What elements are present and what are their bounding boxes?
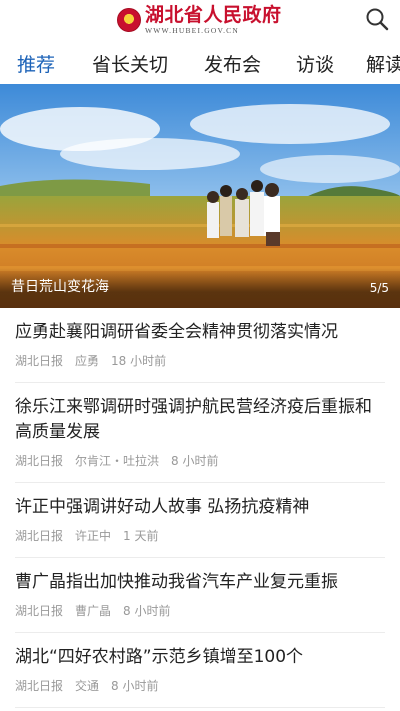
news-meta: 湖北日报 应勇 18 小时前 xyxy=(15,352,385,382)
news-person: 许正中 xyxy=(75,529,112,543)
banner-caption: 昔日荒山变花海 xyxy=(11,279,109,295)
news-source: 湖北日报 xyxy=(15,679,64,693)
category-tabs: 推荐 省长关切 发布会 访谈 解读 xyxy=(0,40,400,84)
national-emblem-icon xyxy=(117,8,141,32)
news-title: 曹广晶指出加快推动我省汽车产业复元重振 xyxy=(15,572,338,592)
tab-interview[interactable]: 访谈 xyxy=(296,50,334,77)
news-meta: 湖北日报 许正中 1 天前 xyxy=(15,527,385,557)
site-url: WWW.HUBEI.GOV.CN xyxy=(145,25,239,35)
tab-recommend[interactable]: 推荐 xyxy=(17,50,55,77)
tab-governor-concerns[interactable]: 省长关切 xyxy=(92,50,168,77)
news-meta: 湖北日报 曹广晶 8 小时前 xyxy=(15,602,385,632)
news-title: 许正中强调讲好动人故事 弘扬抗疫精神 xyxy=(15,497,310,517)
news-meta: 湖北日报 尔肯江・吐拉洪 8 小时前 xyxy=(15,452,385,482)
news-title: 徐乐江来鄂调研时强调护航民营经济疫后重振和高质量发展 xyxy=(15,397,372,442)
news-source: 湖北日报 xyxy=(15,454,64,468)
news-title: 应勇赴襄阳调研省委全会精神贯彻落实情况 xyxy=(15,322,338,342)
tab-press-conference[interactable]: 发布会 xyxy=(204,50,261,77)
search-icon xyxy=(366,8,389,31)
news-source: 湖北日报 xyxy=(15,604,64,618)
news-person: 应勇 xyxy=(75,354,100,368)
app-header: 湖北省人民政府 WWW.HUBEI.GOV.CN xyxy=(0,0,400,40)
banner-pager: 5/5 xyxy=(369,281,389,295)
search-button[interactable] xyxy=(364,6,390,32)
list-item[interactable]: 曹广晶指出加快推动我省汽车产业复元重振 湖北日报 曹广晶 8 小时前 xyxy=(0,558,400,632)
list-item[interactable]: 徐乐江来鄂调研时强调护航民营经济疫后重振和高质量发展 湖北日报 尔肯江・吐拉洪 … xyxy=(0,383,400,482)
news-person: 尔肯江・吐拉洪 xyxy=(75,454,160,468)
site-title: 湖北省人民政府 xyxy=(145,3,282,26)
news-source: 湖北日报 xyxy=(15,354,64,368)
news-time: 1 天前 xyxy=(123,529,159,543)
news-source: 湖北日报 xyxy=(15,529,64,543)
news-time: 8 小时前 xyxy=(123,604,171,618)
news-person: 交通 xyxy=(75,679,100,693)
news-time: 8 小时前 xyxy=(171,454,219,468)
tab-interpretation[interactable]: 解读 xyxy=(366,50,400,77)
news-list: 应勇赴襄阳调研省委全会精神贯彻落实情况 湖北日报 应勇 18 小时前 徐乐江来鄂… xyxy=(0,308,400,708)
news-meta: 湖北日报 交通 8 小时前 xyxy=(15,677,385,707)
news-time: 18 小时前 xyxy=(111,354,167,368)
list-item[interactable]: 湖北“四好农村路”示范乡镇增至100个 湖北日报 交通 8 小时前 xyxy=(0,633,400,707)
news-person: 曹广晶 xyxy=(75,604,112,618)
list-item[interactable]: 许正中强调讲好动人故事 弘扬抗疫精神 湖北日报 许正中 1 天前 xyxy=(0,483,400,557)
divider xyxy=(15,707,385,708)
site-logo[interactable]: 湖北省人民政府 WWW.HUBEI.GOV.CN xyxy=(117,4,282,36)
news-time: 8 小时前 xyxy=(111,679,159,693)
list-item[interactable]: 应勇赴襄阳调研省委全会精神贯彻落实情况 湖北日报 应勇 18 小时前 xyxy=(0,308,400,382)
news-title: 湖北“四好农村路”示范乡镇增至100个 xyxy=(15,647,304,667)
banner-carousel[interactable]: 昔日荒山变花海 5/5 xyxy=(0,84,400,308)
